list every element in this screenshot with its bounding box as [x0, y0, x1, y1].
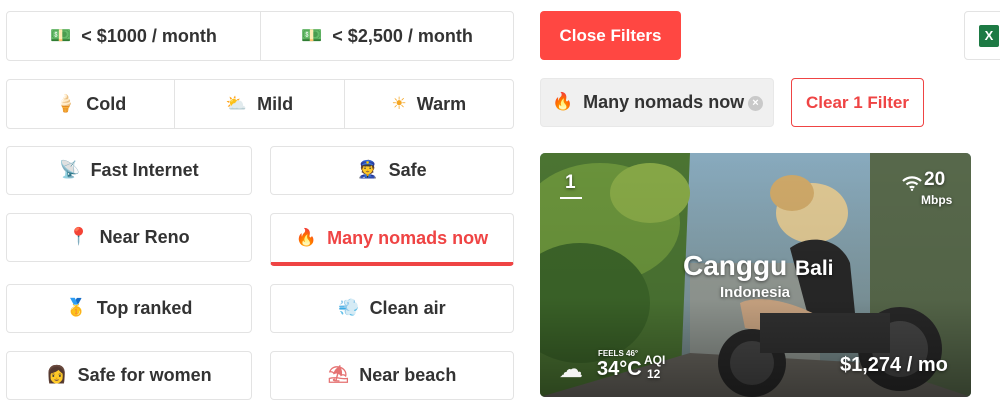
sun-cloud-icon: ⛅ — [225, 93, 248, 114]
filter-fast-internet[interactable]: 📡 Fast Internet — [6, 146, 252, 195]
filter-near-reno[interactable]: 📍 Near Reno — [6, 213, 252, 262]
filter-cold[interactable]: 🍦 Cold — [7, 80, 174, 128]
filter-label: Clean air — [369, 298, 446, 318]
police-icon: 👮 — [357, 160, 379, 180]
filter-price-1000[interactable]: 💵 < $1000 / month — [7, 12, 260, 60]
filter-label: < $2,500 / month — [332, 25, 473, 46]
satellite-icon: 📡 — [59, 160, 81, 180]
close-filters-button[interactable]: Close Filters — [540, 11, 681, 60]
filter-safe[interactable]: 👮 Safe — [270, 146, 514, 195]
filter-top-ranked[interactable]: 🥇 Top ranked — [6, 284, 252, 333]
monthly-cost: $1,274 / mo — [840, 354, 948, 376]
medal-icon: 🥇 — [65, 298, 87, 318]
export-excel-button[interactable]: X — [964, 11, 1000, 60]
climate-filter-group: 🍦 Cold ⛅ Mild ☀ Warm — [6, 79, 514, 129]
filter-price-2500[interactable]: 💵 < $2,500 / month — [260, 12, 513, 60]
temperature: 34°C — [597, 358, 642, 380]
filter-near-beach[interactable]: ⛱ Near beach — [270, 351, 514, 400]
ice-cream-icon: 🍦 — [55, 93, 77, 114]
city-card[interactable]: 1 20 Mbps Canggu Bali Indonesia ☁ FEELS … — [540, 153, 971, 397]
money-icon: 💵 — [50, 25, 72, 46]
filter-label: Near beach — [359, 365, 457, 385]
city-country: Indonesia — [720, 284, 791, 301]
city-name: Canggu Bali — [683, 250, 834, 282]
filter-clean-air[interactable]: 💨 Clean air — [270, 284, 514, 333]
fire-icon: 🔥 — [552, 92, 574, 112]
city-region: Bali — [795, 257, 834, 280]
active-filter-chip: 🔥 Many nomads now × — [540, 78, 774, 127]
price-filter-group: 💵 < $1000 / month 💵 < $2,500 / month — [6, 11, 514, 61]
filter-label: Cold — [86, 93, 127, 114]
filter-mild[interactable]: ⛅ Mild — [174, 80, 343, 128]
sun-icon: ☀ — [391, 93, 407, 114]
money-icon: 💵 — [301, 25, 323, 46]
filter-label: < $1000 / month — [81, 25, 217, 46]
filter-many-nomads[interactable]: 🔥 Many nomads now — [270, 213, 514, 266]
umbrella-icon: ⛱ — [327, 365, 350, 385]
filter-label: Safe — [388, 160, 427, 180]
filter-warm[interactable]: ☀ Warm — [343, 80, 513, 128]
internet-unit: Mbps — [921, 193, 953, 207]
city-rank: 1 — [565, 172, 576, 193]
city-title: Canggu — [683, 250, 788, 281]
cloud-icon: ☁ — [559, 356, 583, 383]
clear-filters-button[interactable]: Clear 1 Filter — [791, 78, 924, 127]
wind-icon: 💨 — [338, 298, 360, 318]
internet-speed: 20 — [924, 169, 946, 190]
woman-icon: 👩 — [46, 365, 68, 385]
pin-icon: 📍 — [68, 227, 90, 247]
filter-label: Top ranked — [96, 298, 193, 318]
filter-safe-for-women[interactable]: 👩 Safe for women — [6, 351, 252, 400]
wifi-icon — [902, 176, 922, 191]
filter-label: Fast Internet — [90, 160, 199, 180]
feels-like: FEELS 46° — [598, 349, 639, 358]
excel-icon: X — [979, 24, 999, 47]
active-filter-label: Many nomads now — [583, 92, 745, 112]
aqi-value: 12 — [647, 367, 661, 381]
filter-label: Near Reno — [99, 227, 190, 247]
filter-label: Mild — [257, 93, 294, 114]
aqi-label: AQI — [644, 353, 666, 367]
filter-label: Many nomads now — [327, 227, 489, 248]
filter-label: Safe for women — [77, 365, 212, 385]
fire-icon: 🔥 — [295, 227, 318, 248]
remove-filter-icon[interactable]: × — [748, 96, 763, 111]
rank-underline — [560, 197, 582, 199]
filter-label: Warm — [416, 93, 467, 114]
